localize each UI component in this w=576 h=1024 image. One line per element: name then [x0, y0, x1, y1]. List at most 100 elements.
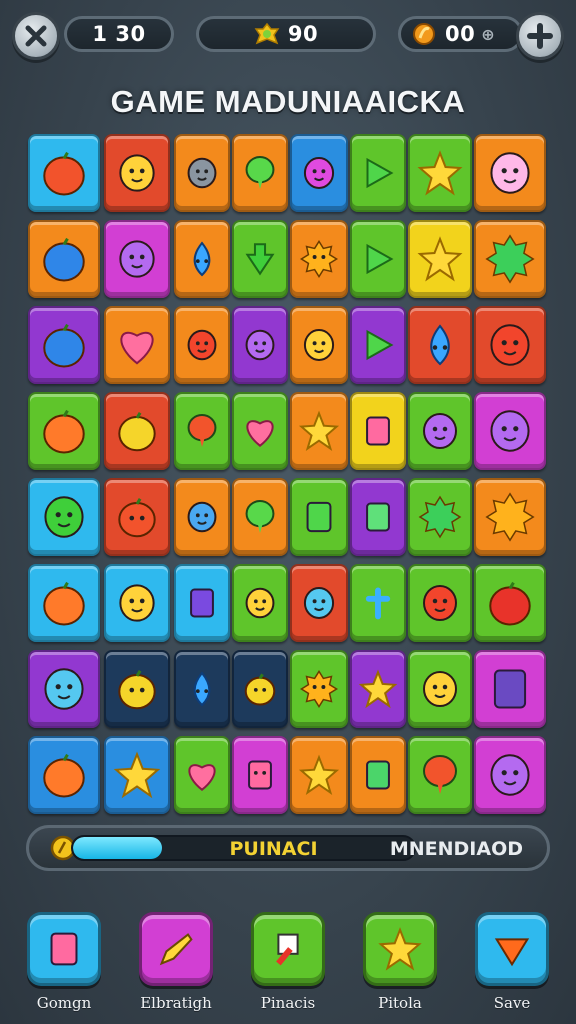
- speech-bubble-icon: [239, 496, 281, 542]
- tile-pink-blob[interactable]: [104, 220, 170, 298]
- tile-blue-drop[interactable]: [174, 650, 230, 728]
- tile-blueberry[interactable]: [28, 306, 100, 384]
- moves-value: 1 30: [92, 22, 146, 46]
- orange-fruit-icon: [35, 402, 93, 464]
- tile-star[interactable]: [408, 220, 472, 298]
- dock-button-save[interactable]: Save: [472, 912, 552, 1024]
- tile-play-arrow[interactable]: [350, 134, 406, 212]
- tile-worm[interactable]: [290, 134, 348, 212]
- card-icon: [357, 754, 399, 800]
- tile-down-arrow[interactable]: [232, 220, 288, 298]
- tile-orange-fruit[interactable]: [28, 392, 100, 470]
- cross-icon: [357, 582, 399, 628]
- tile-flower-pot[interactable]: [232, 564, 288, 642]
- tile-red-ball[interactable]: [474, 564, 546, 642]
- tile-tomato[interactable]: [28, 134, 100, 212]
- mode-label[interactable]: MNENDIAOD: [390, 838, 523, 860]
- fish-icon: [181, 152, 223, 198]
- shield-icon: [488, 925, 536, 977]
- tile-star[interactable]: [408, 134, 472, 212]
- progress-track: PUINACI: [71, 835, 416, 861]
- tile-blue-face[interactable]: [28, 650, 100, 728]
- tile-lemon-face[interactable]: [104, 650, 170, 728]
- tile-jar[interactable]: [350, 392, 406, 470]
- tile-jar-face[interactable]: [232, 736, 288, 814]
- tile-card[interactable]: [350, 736, 406, 814]
- add-button[interactable]: [516, 12, 564, 60]
- red-creature-icon: [415, 578, 465, 632]
- gem-icon: [254, 23, 280, 45]
- tile-lemon[interactable]: [104, 392, 170, 470]
- tile-speech-bubble[interactable]: [232, 134, 288, 212]
- skull-icon: [481, 746, 539, 808]
- tile-cross[interactable]: [350, 564, 406, 642]
- tile-crown-hand[interactable]: [104, 564, 170, 642]
- dock-button-pinacis[interactable]: Pinacis: [248, 912, 328, 1024]
- tile-play-arrow[interactable]: [350, 306, 406, 384]
- tile-blue-drop[interactable]: [408, 306, 472, 384]
- tile-star[interactable]: [104, 736, 170, 814]
- tile-splat[interactable]: [474, 220, 546, 298]
- tile-red-face[interactable]: [474, 306, 546, 384]
- close-button[interactable]: [12, 12, 60, 60]
- tile-speech-bubble[interactable]: [232, 478, 288, 556]
- dock-button-pitola[interactable]: Pitola: [360, 912, 440, 1024]
- tile-fish[interactable]: [174, 134, 230, 212]
- tile-blueberry[interactable]: [28, 220, 100, 298]
- plus-icon: [527, 23, 553, 49]
- tile-green-triangle[interactable]: [350, 220, 406, 298]
- tile-mushroom[interactable]: [174, 478, 230, 556]
- star-icon: [415, 148, 465, 202]
- star-icon: [111, 749, 163, 805]
- coin-icon: [413, 23, 435, 45]
- tile-orange-fruit[interactable]: [28, 736, 100, 814]
- tile-screen[interactable]: [474, 650, 546, 728]
- tile-heart[interactable]: [104, 306, 170, 384]
- dock-button-face[interactable]: [475, 912, 549, 986]
- crown-hand-icon: [111, 577, 163, 633]
- tile-skull[interactable]: [474, 736, 546, 814]
- tile-sunglasses-face[interactable]: [290, 220, 348, 298]
- tile-lemon-face[interactable]: [232, 650, 288, 728]
- tile-star[interactable]: [290, 736, 348, 814]
- tile-purple-face[interactable]: [408, 392, 472, 470]
- tile-tomato-face[interactable]: [104, 478, 170, 556]
- tile-balloon[interactable]: [408, 736, 472, 814]
- blue-face-icon: [35, 660, 93, 722]
- tile-splat[interactable]: [408, 478, 472, 556]
- tile-heart[interactable]: [174, 736, 230, 814]
- tile-shirt[interactable]: [290, 478, 348, 556]
- tile-red-creature[interactable]: [408, 564, 472, 642]
- tile-balloon[interactable]: [174, 392, 230, 470]
- tile-blue-face[interactable]: [290, 564, 348, 642]
- swirl-bubble-icon: [481, 144, 539, 206]
- masked-face-icon: [111, 147, 163, 203]
- tile-heart[interactable]: [232, 392, 288, 470]
- tile-sun[interactable]: [474, 478, 546, 556]
- tile-ghost[interactable]: [232, 306, 288, 384]
- tile-swirl-bubble[interactable]: [474, 134, 546, 212]
- tile-star[interactable]: [290, 392, 348, 470]
- capsule-icon: [40, 925, 88, 977]
- tile-masked-face[interactable]: [104, 134, 170, 212]
- balloon-icon: [181, 410, 223, 456]
- tile-star[interactable]: [350, 650, 406, 728]
- dock-button-face[interactable]: [139, 912, 213, 986]
- tile-yellow-flower[interactable]: [408, 650, 472, 728]
- tile-sun-face[interactable]: [290, 650, 348, 728]
- pencil-icon: [152, 925, 200, 977]
- tile-droplet-creature[interactable]: [174, 220, 230, 298]
- tile-monster-face[interactable]: [290, 306, 348, 384]
- dock-button-face[interactable]: [363, 912, 437, 986]
- top-hud: 1 30 90 00 ⊕: [12, 12, 564, 60]
- tile-green-creature[interactable]: [28, 478, 100, 556]
- dock-button-face[interactable]: [251, 912, 325, 986]
- tile-peach[interactable]: [28, 564, 100, 642]
- dock-button-elbratigh[interactable]: Elbratigh: [136, 912, 216, 1024]
- dock-button-face[interactable]: [27, 912, 101, 986]
- tile-gift-box[interactable]: [174, 564, 230, 642]
- tile-radish[interactable]: [174, 306, 230, 384]
- tile-blob-face[interactable]: [474, 392, 546, 470]
- tile-potion[interactable]: [350, 478, 406, 556]
- dock-button-gomgn[interactable]: Gomgn: [24, 912, 104, 1024]
